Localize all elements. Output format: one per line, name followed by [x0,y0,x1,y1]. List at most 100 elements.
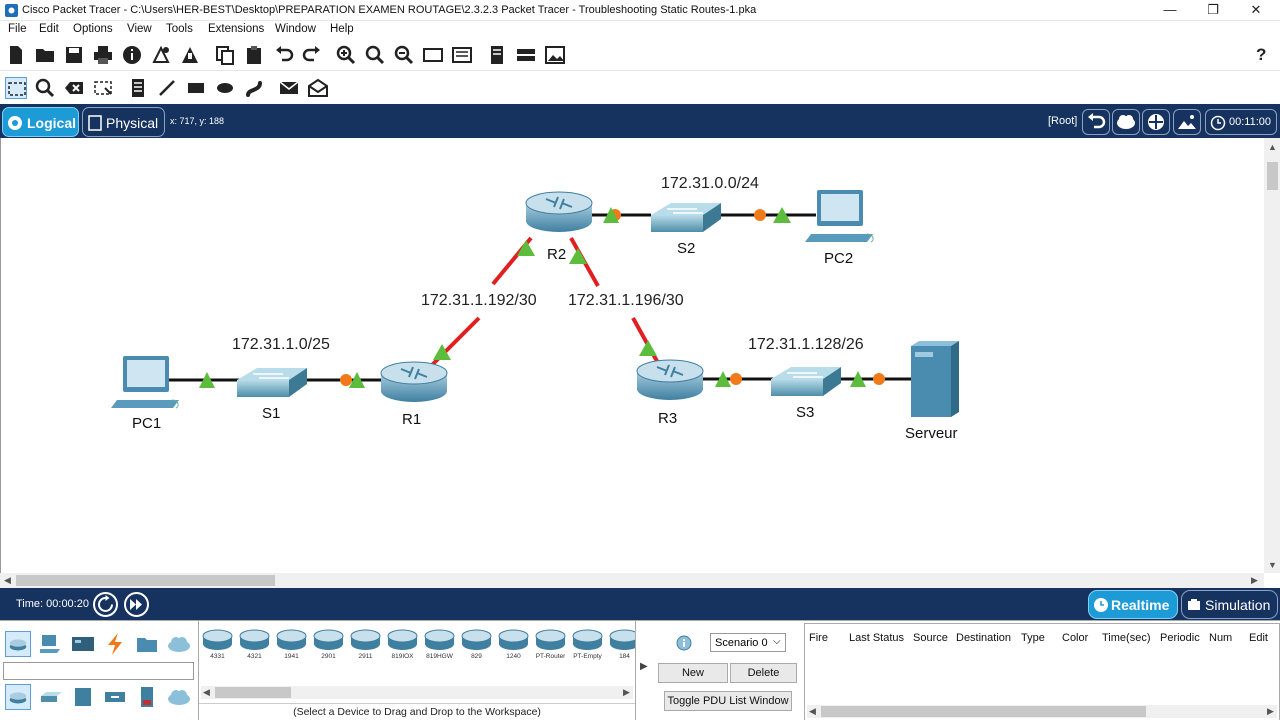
device-model-item[interactable]: 1240 [497,625,530,662]
subcategory-switches-icon[interactable] [38,684,64,710]
device-s1[interactable] [237,368,307,397]
new-scenario-button[interactable]: New [658,663,728,683]
pdu-column-header[interactable]: Source [913,632,948,644]
fast-forward-button[interactable] [124,592,149,617]
menu-tools[interactable]: Tools [166,23,193,35]
device-model-item[interactable]: 4331 [201,625,234,662]
minimize-button[interactable]: — [1155,1,1185,19]
menu-edit[interactable]: Edit [39,23,59,35]
zoom-reset-icon[interactable] [364,44,386,66]
drawing-palette-icon[interactable] [422,44,444,66]
pdu-column-header[interactable]: Num [1209,632,1232,644]
device-model-item[interactable]: PT-Empty [571,625,604,662]
inspect-icon[interactable] [34,77,56,99]
device-model-item[interactable]: 2911 [349,625,382,662]
new-file-icon[interactable] [5,44,27,66]
complex-pdu-icon[interactable] [307,77,329,99]
custom-device-icon[interactable] [451,44,473,66]
open-folder-icon[interactable] [34,44,56,66]
help-button[interactable]: ? [1256,45,1266,65]
rectangle-icon[interactable] [185,77,207,99]
subcategory-wan-emulation-icon[interactable] [166,684,192,710]
device-s2[interactable] [651,203,721,232]
delete-icon[interactable] [63,77,85,99]
freeform-icon[interactable] [243,77,265,99]
device-model-item[interactable]: 184 [608,625,635,662]
info-icon[interactable] [121,44,143,66]
workspace-horizontal-scrollbar[interactable]: ◀ ▶ [0,573,1264,588]
category-end-devices-icon[interactable] [38,631,64,657]
device-model-item[interactable]: 819IOX [386,625,419,662]
tab-logical[interactable]: Logical [2,107,79,137]
subcategory-routers-icon[interactable] [5,684,31,710]
cable-r2-r3-b[interactable] [631,317,660,364]
device-model-item[interactable]: 819HGW [423,625,456,662]
device-model-item[interactable]: 1941 [275,625,308,662]
activity-wizard-icon[interactable] [179,44,201,66]
set-background-button[interactable] [1173,109,1201,135]
restore-button[interactable]: ❐ [1198,1,1228,19]
menu-options[interactable]: Options [73,23,113,35]
paste-icon[interactable] [243,44,265,66]
toggle-pdu-list-button[interactable]: Toggle PDU List Window [664,691,792,711]
category-multiuser-icon[interactable] [166,631,192,657]
delete-scenario-button[interactable]: Delete [730,663,797,683]
simple-pdu-icon[interactable] [278,77,300,99]
panel-expand-arrow-icon[interactable]: ▶ [640,661,648,672]
scroll-right-arrow-icon[interactable]: ▶ [1267,706,1274,717]
print-icon[interactable] [92,44,114,66]
scroll-right-arrow-icon[interactable]: ▶ [1251,575,1258,586]
root-breadcrumb[interactable]: [Root] [1048,115,1077,127]
horizontal-scroll-thumb[interactable] [16,575,275,586]
device-r2[interactable] [525,191,593,232]
zoom-out-icon[interactable] [393,44,415,66]
scroll-right-arrow-icon[interactable]: ▶ [623,687,630,698]
device-r1[interactable] [380,361,448,402]
device-server[interactable] [911,341,959,417]
select-icon[interactable] [5,77,27,99]
menu-help[interactable]: Help [330,23,354,35]
menu-window[interactable]: Window [275,23,316,35]
clock-button[interactable]: 00:11:00 [1205,109,1277,135]
pdu-column-header[interactable]: Type [1021,632,1045,644]
power-cycle-button[interactable] [93,592,118,617]
category-misc-icon[interactable] [134,631,160,657]
subcategory-hubs-icon[interactable] [70,684,96,710]
menu-extensions[interactable]: Extensions [208,23,264,35]
back-button[interactable] [1082,109,1110,135]
pdu-column-header[interactable]: Destination [956,632,1011,644]
ellipse-icon[interactable] [214,77,236,99]
scenario-select[interactable]: Scenario 0 ⌵ [710,633,786,652]
device-model-item[interactable]: 2901 [312,625,345,662]
pdu-list-scroll-thumb[interactable] [821,706,1146,717]
category-components-icon[interactable] [70,631,96,657]
cluster-icon[interactable] [515,44,537,66]
scroll-left-arrow-icon[interactable]: ◀ [4,575,11,586]
realtime-mode-button[interactable]: Realtime [1088,590,1178,619]
workspace-vertical-scrollbar[interactable]: ▲ ▼ [1264,138,1280,573]
viewport-icon[interactable] [486,44,508,66]
menu-view[interactable]: View [127,23,152,35]
subcategory-security-icon[interactable] [134,684,160,710]
zoom-in-icon[interactable] [335,44,357,66]
pdu-column-header[interactable]: Fire [809,632,828,644]
scroll-left-arrow-icon[interactable]: ◀ [809,706,816,717]
pdu-list-scrollbar[interactable]: ◀ ▶ [807,705,1277,718]
pdu-column-header[interactable]: Time(sec) [1102,632,1150,644]
device-search-field[interactable] [3,662,194,680]
device-model-item[interactable]: 829 [460,625,493,662]
scroll-left-arrow-icon[interactable]: ◀ [203,687,210,698]
category-network-devices-icon[interactable] [5,631,31,657]
scroll-down-arrow-icon[interactable]: ▼ [1268,560,1277,570]
pdu-column-header[interactable]: Edit [1249,632,1268,644]
menu-file[interactable]: File [8,23,27,35]
subcategory-wireless-icon[interactable] [102,684,128,710]
scroll-up-arrow-icon[interactable]: ▲ [1268,142,1277,152]
line-icon[interactable] [156,77,178,99]
tab-physical[interactable]: Physical [82,107,165,137]
topology-canvas[interactable]: 172.31.1.0/25 172.31.0.0/24 172.31.1.192… [1,138,1264,573]
new-cluster-button[interactable] [1112,109,1140,135]
close-button[interactable]: ✕ [1241,1,1271,19]
network-wizard-icon[interactable] [150,44,172,66]
device-pc1[interactable] [111,356,179,409]
